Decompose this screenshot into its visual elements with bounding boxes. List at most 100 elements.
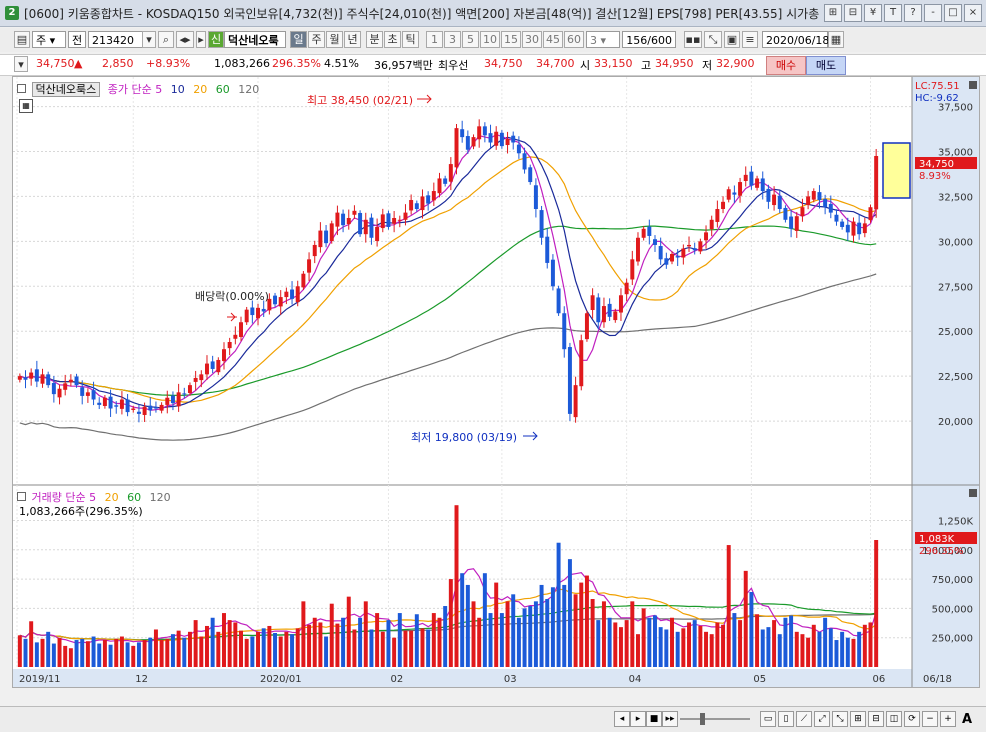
panel-close-icon[interactable] [969, 489, 977, 497]
refresh-icon[interactable]: ⟳ [904, 711, 920, 727]
close-button[interactable]: × [964, 4, 982, 22]
interval-10[interactable]: 10 [480, 31, 500, 48]
x-tick-label: 2020/01 [260, 674, 302, 685]
zoom-out-icon[interactable]: − [922, 711, 938, 727]
minimize-button[interactable]: - [924, 4, 942, 22]
tool-1-icon[interactable]: ▭ [760, 711, 776, 727]
candle-body [51, 382, 56, 395]
buy-button[interactable]: 매수 [766, 56, 806, 75]
current-volume-label: 1,083K [919, 534, 955, 545]
volume-bar [119, 636, 124, 667]
price-panel-close-icon[interactable] [969, 81, 977, 89]
play-icon[interactable]: ▸ [630, 711, 646, 727]
volume-bar [329, 603, 334, 667]
period-second[interactable]: 초 [384, 31, 401, 48]
font-size-button[interactable]: A [962, 712, 972, 727]
period-week[interactable]: 주 [308, 31, 325, 48]
scroll-right-icon[interactable]: ▸ [196, 31, 206, 48]
fast-forward-icon[interactable]: ▸▸ [662, 711, 678, 727]
volume-bar [375, 613, 380, 667]
date-input[interactable]: 2020/06/18 [762, 31, 829, 48]
market-type-value: 주 [36, 34, 47, 47]
period-day[interactable]: 일 [290, 31, 307, 48]
tool-2-icon[interactable]: ▯ [778, 711, 794, 727]
zoom-slider-handle[interactable] [700, 713, 705, 725]
high-arrow-icon [417, 94, 432, 104]
ma120-label[interactable]: 120 [238, 83, 259, 96]
interval-60[interactable]: 60 [564, 31, 584, 48]
currency-icon[interactable]: ¥ [864, 4, 882, 22]
candle-body [261, 308, 266, 312]
volume-bar [556, 542, 561, 667]
period-year[interactable]: 년 [344, 31, 361, 48]
split-icon[interactable]: ⊟ [844, 4, 862, 22]
scroll-start-icon[interactable]: ◂ [614, 711, 630, 727]
volume-bar [687, 622, 692, 667]
calendar-icon[interactable]: ▦ [828, 31, 844, 48]
candle-body [63, 383, 68, 390]
list-icon[interactable]: ≡ [742, 31, 758, 48]
candle-body [845, 224, 850, 233]
tool-8-icon[interactable]: ◫ [886, 711, 902, 727]
interval-5[interactable]: 5 [462, 31, 479, 48]
ma20-label[interactable]: 20 [193, 83, 207, 96]
candle-body [358, 212, 363, 235]
grid-icon[interactable]: ▦ [19, 99, 33, 113]
interval-30[interactable]: 30 [522, 31, 542, 48]
price-name-tag[interactable]: 덕산네오룩스 [31, 82, 101, 97]
help-icon[interactable]: ? [904, 4, 922, 22]
period-month[interactable]: 월 [326, 31, 343, 48]
interval-15[interactable]: 15 [501, 31, 521, 48]
panel-toggle-icon[interactable]: ▤ [14, 31, 30, 48]
save-icon[interactable]: ▣ [724, 31, 740, 48]
volume-bar [34, 642, 39, 667]
search-icon[interactable]: ⌕ [158, 31, 174, 48]
candle-body [482, 126, 487, 136]
text-icon[interactable]: T [884, 4, 902, 22]
candle-body [726, 189, 731, 200]
tool-3-icon[interactable]: ⟋ [796, 711, 812, 727]
candle-body [329, 223, 334, 241]
maximize-button[interactable]: □ [944, 4, 962, 22]
market-type-select[interactable]: 주 ▾ [32, 31, 66, 48]
zoom-in-icon[interactable]: + [940, 711, 956, 727]
sell-button[interactable]: 매도 [806, 56, 846, 75]
interval-3[interactable]: 3 [444, 31, 461, 48]
volume-bar [630, 601, 635, 667]
volume-bar [704, 631, 709, 667]
volume-bar [562, 584, 567, 667]
ma60-label[interactable]: 60 [216, 83, 230, 96]
volume-bar [250, 636, 255, 667]
tool-7-icon[interactable]: ⊟ [868, 711, 884, 727]
ma5-label[interactable]: 5 [155, 83, 162, 96]
candle-body [562, 313, 567, 350]
candle-body [193, 377, 198, 382]
interval-45[interactable]: 45 [543, 31, 563, 48]
stop-icon[interactable]: ■ [646, 711, 662, 727]
ma10-label[interactable]: 10 [171, 83, 185, 96]
chart-area[interactable]: 37,500 35,000 32,500 30,000 27,500 25,000 22,5… [12, 76, 980, 688]
tool-5-icon[interactable]: ⤡ [832, 711, 848, 727]
candle-body [284, 291, 289, 298]
vol-ma120-label[interactable]: 120 [150, 491, 171, 504]
code-dropdown-icon[interactable]: ▾ [142, 31, 156, 48]
volume-bar [40, 638, 45, 667]
interval-1[interactable]: 1 [426, 31, 443, 48]
ma20-line [19, 156, 877, 403]
layout-icon[interactable]: ⊞ [824, 4, 842, 22]
interval-input[interactable]: 3 ▾ [586, 31, 620, 48]
quote-menu-icon[interactable]: ▾ [14, 56, 28, 72]
volume-bar [267, 625, 272, 667]
data-count[interactable]: 156/600 [622, 31, 676, 48]
prev-button[interactable]: 전 [68, 31, 86, 48]
chart-settings-icon[interactable]: ▪▪ [684, 31, 702, 48]
chart-svg[interactable]: 37,500 35,000 32,500 30,000 27,500 25,000 22,5… [13, 77, 979, 687]
candle-body [386, 213, 391, 227]
tool-6-icon[interactable]: ⊞ [850, 711, 866, 727]
tool-4-icon[interactable]: ⤢ [814, 711, 830, 727]
zoom-slider[interactable] [680, 718, 750, 720]
sound-icon[interactable]: ◂▸ [176, 31, 194, 48]
period-tick[interactable]: 틱 [402, 31, 419, 48]
period-minute[interactable]: 분 [366, 31, 383, 48]
zoom-icon[interactable]: ⤡ [704, 31, 722, 48]
